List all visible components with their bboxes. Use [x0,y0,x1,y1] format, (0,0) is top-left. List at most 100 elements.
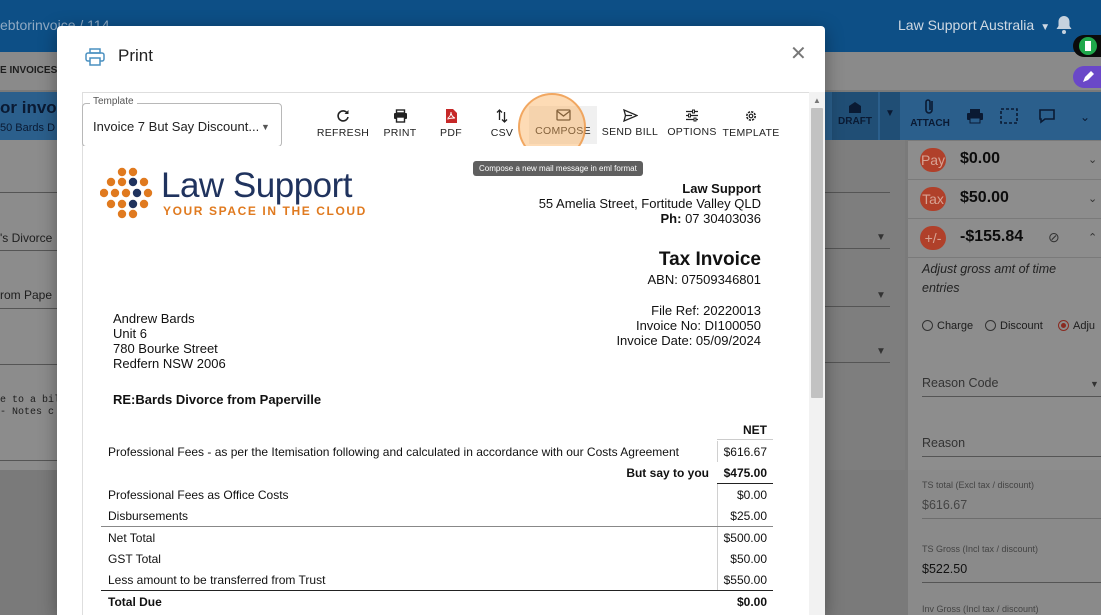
window-icon[interactable] [1000,108,1018,124]
divider [922,518,1101,519]
radio-circle [985,320,996,331]
client-name: Andrew Bards [113,311,195,326]
divider [922,582,1101,583]
reason-input[interactable]: Reason [922,436,965,450]
line-desc: Professional Fees as Office Costs [108,488,289,502]
radio-adjust[interactable]: Adju [1058,320,1095,332]
template-button[interactable]: TEMPLATE [719,106,783,144]
line-item: Net Total $500.00 [101,527,773,548]
line-desc: Professional Fees - as per the Itemisati… [108,445,679,459]
send-bill-label: SEND BILL [601,126,659,138]
scroll-up-icon[interactable]: ▲ [813,96,821,105]
attach-button[interactable]: ATTACH [906,92,954,140]
left-field-re[interactable]: rom Pape [0,288,52,302]
chevron-down-icon: ⌄ [1088,193,1098,205]
tax-value: $50.00 [960,189,1009,206]
background-fields [825,140,905,470]
bell-icon[interactable] [1055,15,1073,35]
re-line: RE:Bards Divorce from Paperville [113,392,322,407]
caret-down-icon[interactable]: ▼ [876,232,886,243]
invoice-number: Invoice No: DI100050 [635,318,761,333]
line-amount: $550.00 [723,573,767,587]
summary-row-tax[interactable]: Tax $50.00 ⌄ [908,180,1101,219]
close-icon[interactable]: ✕ [790,41,807,66]
draft-button[interactable]: DRAFT [832,92,878,140]
line-amount: $0.00 [736,595,767,609]
divider [825,248,890,249]
radio-circle [922,320,933,331]
divider [825,362,890,363]
ts-gross-value[interactable]: $522.50 [922,562,967,576]
line-desc: GST Total [108,552,161,566]
divider [922,396,1101,397]
refresh-icon [337,110,349,122]
file-ref: File Ref: 20220013 [651,303,761,318]
adjust-value: -$155.84 [960,228,1024,245]
paperclip-icon [925,99,933,114]
line-amount: $0.00 [736,488,767,502]
options-label: OPTIONS [667,126,717,138]
totals-panel [908,470,1101,615]
document-title: Tax Invoice [658,249,761,270]
options-button[interactable]: OPTIONS [660,106,724,144]
tab-invoices[interactable]: E INVOICES [0,65,57,76]
pay-badge: Pay [920,148,946,172]
abn: ABN: 07509346801 [647,272,761,287]
reason-code-select[interactable]: Reason Code [922,376,998,390]
extension-icon[interactable] [1073,35,1101,57]
caret-down-icon[interactable]: ▼ [261,122,270,132]
summary-row-pay[interactable]: Pay $0.00 ⌄ [908,141,1101,180]
caret-down-icon[interactable]: ▼ [876,346,886,357]
line-amount: $50.00 [730,552,767,566]
left-field-matter[interactable]: 's Divorce [0,231,52,245]
company-address: 55 Amelia Street, Fortitude Valley QLD [538,196,761,211]
template-value: Invoice 7 But Say Discount... [93,119,258,134]
line-desc: Net Total [108,531,156,545]
org-name: Law Support Australia [898,17,1035,33]
dialog-title: Print [118,46,153,65]
line-amount: $616.67 [723,445,767,459]
radio-label: Adju [1073,320,1096,332]
pen-tool-icon[interactable] [1073,66,1101,88]
logo-tagline: YOUR SPACE IN THE CLOUD [163,204,367,218]
radio-charge[interactable]: Charge [922,320,973,332]
ts-gross-label: TS Gross (Incl tax / discount) [922,544,1039,554]
chevron-down-icon: ⌄ [1088,154,1098,166]
ts-total-label: TS total (Excl tax / discount) [922,480,1035,490]
sliders-icon [686,109,698,122]
chevron-down-icon[interactable]: ⌄ [1080,110,1090,124]
line-item: Less amount to be transferred from Trust… [101,569,773,590]
scrollbar-thumb[interactable] [811,108,823,398]
refresh-label: REFRESH [316,127,370,139]
divider [825,192,890,193]
draft-menu-button[interactable]: ▼ [880,92,900,140]
divider [0,460,57,461]
org-switcher[interactable]: Law Support Australia ▼ [898,17,1050,33]
comment-icon[interactable] [1038,108,1056,124]
client-address-line: 780 Bourke Street [113,341,218,356]
printer-icon[interactable] [966,108,984,124]
divider [717,439,773,440]
send-bill-button[interactable]: SEND BILL [598,106,662,144]
chevron-up-icon: ⌃ [1088,232,1098,244]
refresh-button[interactable]: REFRESH [311,106,375,144]
radio-discount[interactable]: Discount [985,320,1043,332]
line-item: GST Total $50.00 [101,548,773,569]
net-header: NET [743,423,767,437]
adjust-badge: +/- [920,226,946,250]
template-btn-label: TEMPLATE [722,127,780,139]
phone-value: 07 30403036 [685,211,761,226]
caret-down-icon: ▼ [1040,22,1051,33]
line-item: But say to you $475.00 [101,462,773,483]
caret-down-icon[interactable]: ▼ [876,290,886,301]
printer-icon [393,109,407,123]
no-adjust-icon[interactable]: ⊘ [1048,229,1060,246]
total-due-row: Total Due $0.00 [101,591,773,612]
divider [825,306,890,307]
line-desc: Less amount to be transferred from Trust [108,573,326,587]
summary-row-adjust[interactable]: +/- -$155.84 ⊘ ⌃ [908,219,1101,258]
ts-total-value: $616.67 [922,498,968,512]
line-amount: $475.00 [723,466,767,480]
caret-down-icon[interactable]: ▼ [1090,379,1099,389]
left-panel [0,140,57,470]
